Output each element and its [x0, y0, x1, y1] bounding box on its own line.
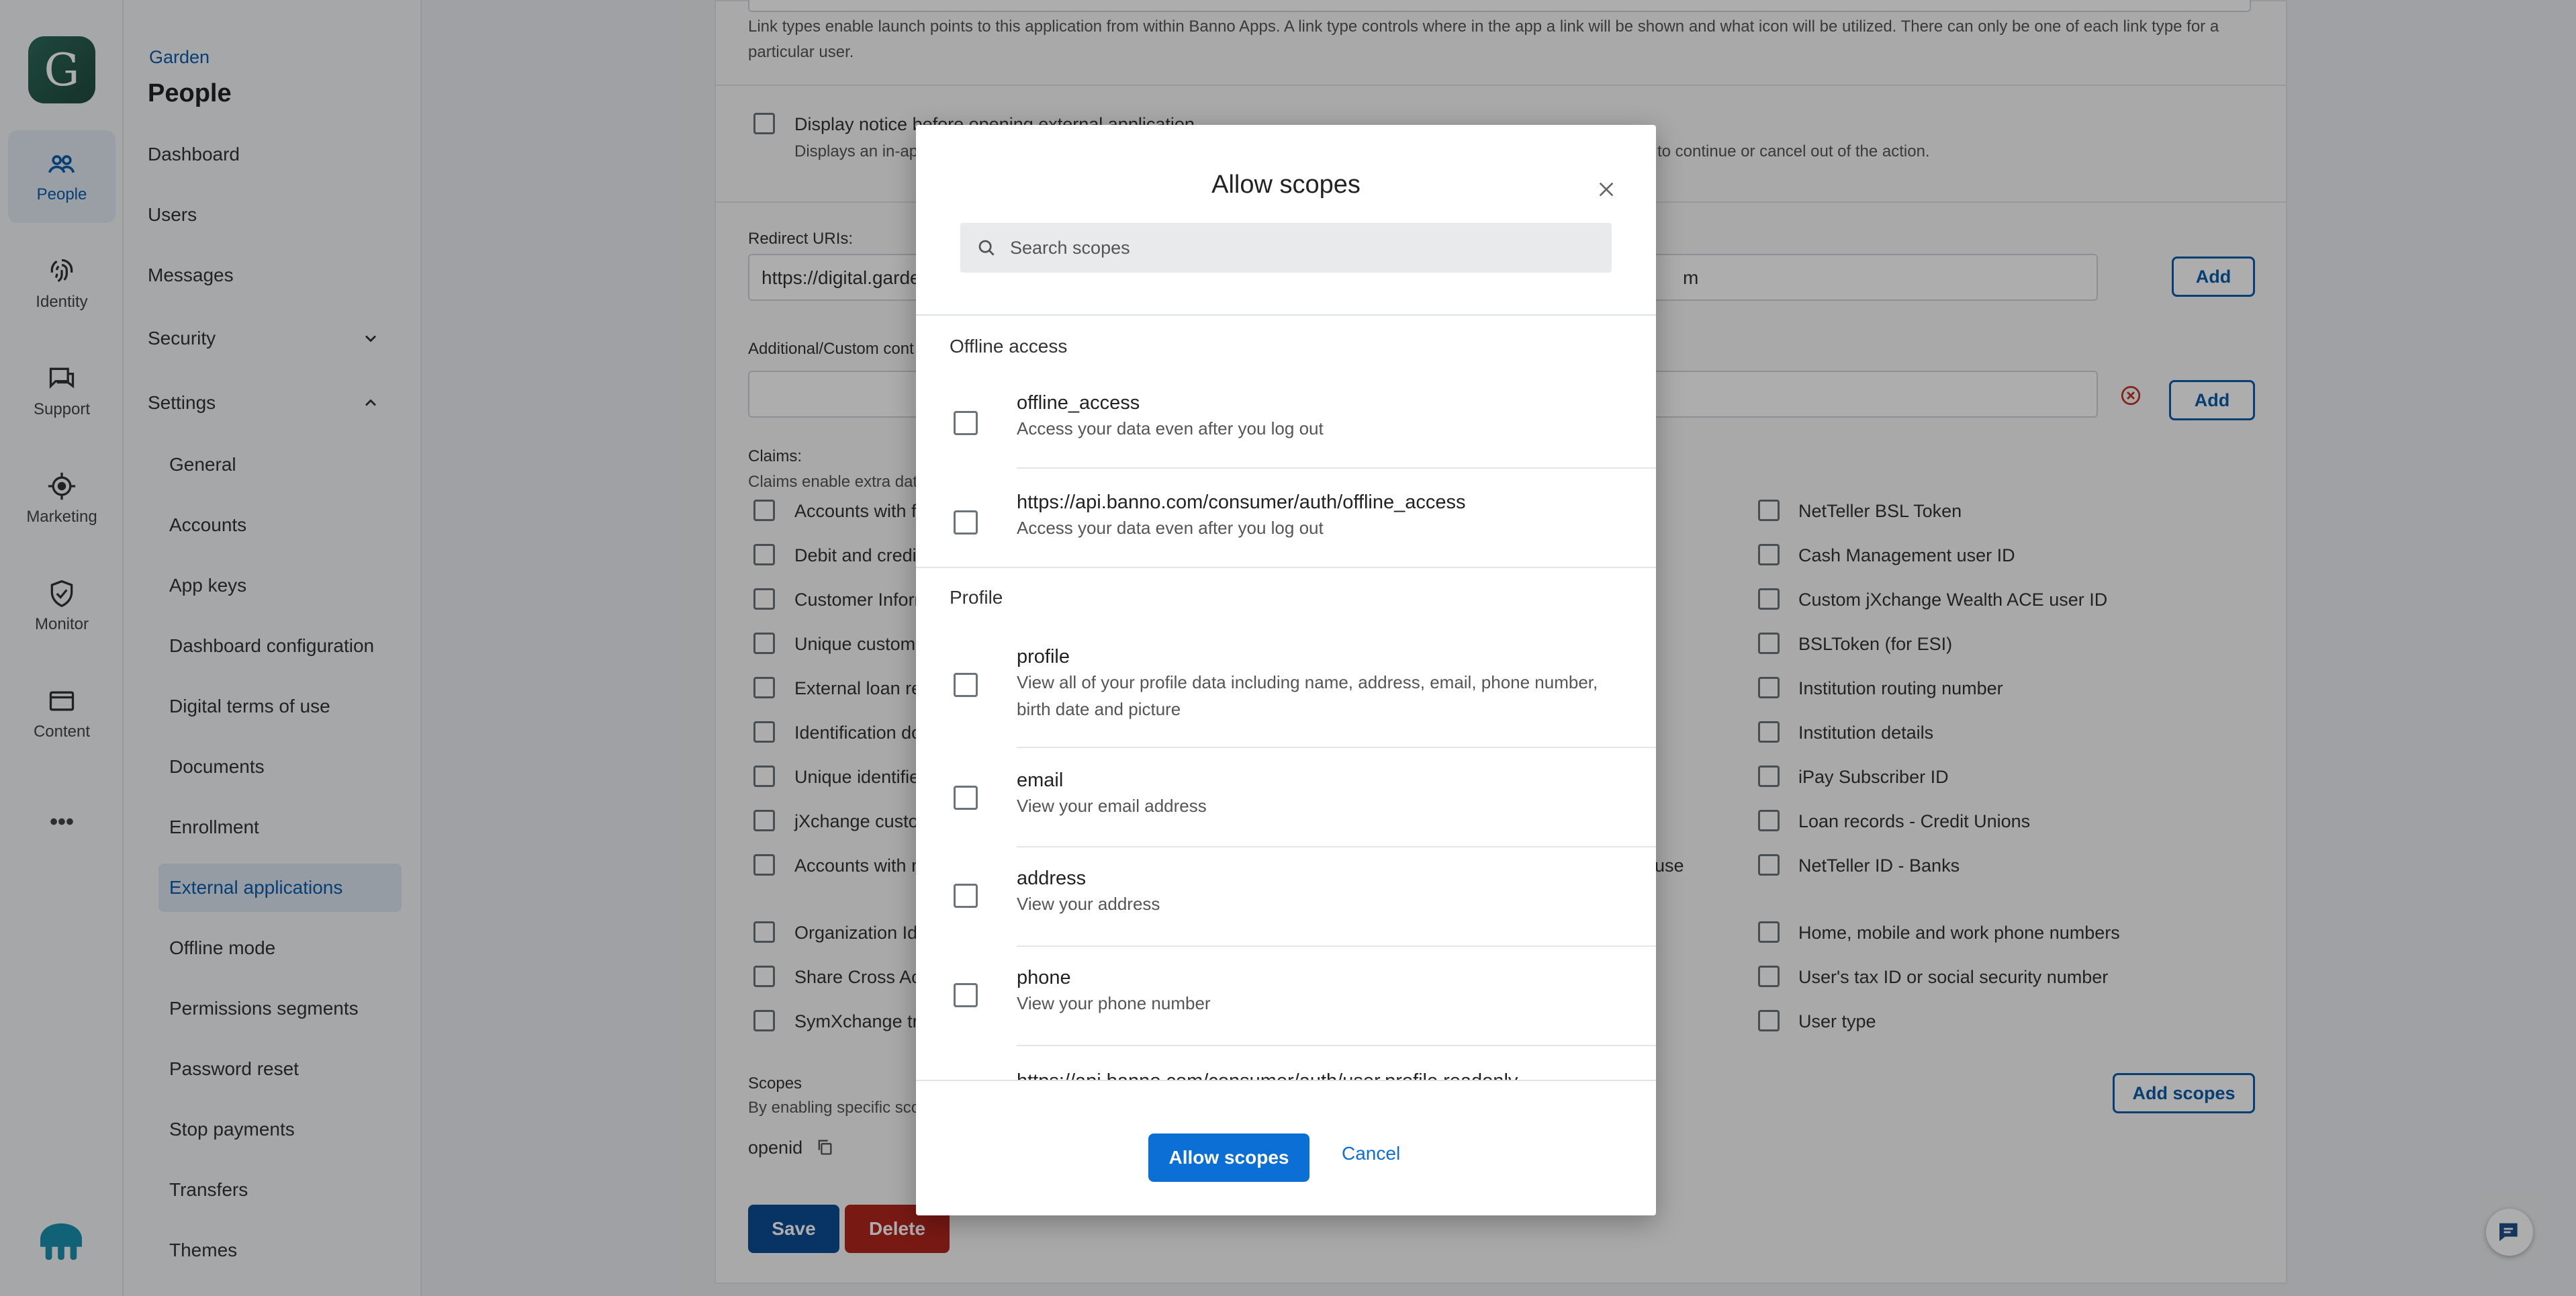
section-heading-offline-access: Offline access	[950, 336, 1068, 357]
scope-description: View your email address	[1017, 796, 1207, 816]
scope-name: profile	[1017, 646, 1070, 667]
row-divider	[1017, 467, 1656, 469]
scope-checkbox[interactable]	[954, 411, 978, 435]
scope-name: email	[1017, 770, 1064, 791]
scope-row[interactable]: phone View your phone number	[916, 947, 1656, 1046]
scope-row[interactable]: https://api.banno.com/consumer/auth/offl…	[916, 470, 1656, 569]
scope-description: Access your data even after you log out	[1017, 518, 1324, 538]
scope-row[interactable]: profile View all of your profile data in…	[916, 623, 1656, 748]
scope-name: https://api.banno.com/consumer/auth/user…	[1017, 1070, 1518, 1080]
section-heading-profile: Profile	[950, 587, 1003, 608]
search-input[interactable]	[1010, 237, 1601, 259]
divider	[916, 1080, 1656, 1081]
scope-checkbox[interactable]	[954, 510, 978, 535]
scope-row[interactable]: address View your address	[916, 847, 1656, 947]
scope-description: View all of your profile data including …	[1017, 672, 1598, 719]
allow-scopes-button[interactable]: Allow scopes	[1148, 1133, 1309, 1182]
scope-row[interactable]: https://api.banno.com/consumer/auth/user…	[916, 1046, 1656, 1080]
scope-checkbox[interactable]	[954, 673, 978, 697]
scope-description: View your phone number	[1017, 993, 1211, 1013]
scope-name: address	[1017, 868, 1087, 889]
scope-checkbox[interactable]	[954, 786, 978, 810]
scope-name: https://api.banno.com/consumer/auth/offl…	[1017, 492, 1466, 513]
scope-row[interactable]: offline_access Access your data even aft…	[916, 372, 1656, 469]
scope-description: View your address	[1017, 894, 1160, 914]
search-bar	[960, 223, 1612, 273]
dialog-title: Allow scopes	[1211, 171, 1361, 199]
row-divider	[916, 567, 1656, 568]
cancel-button[interactable]: Cancel	[1342, 1143, 1400, 1164]
scope-checkbox[interactable]	[954, 983, 978, 1007]
allow-scopes-dialog: Allow scopes Offline access offline_acce…	[916, 125, 1656, 1215]
scope-name: phone	[1017, 967, 1071, 988]
scope-checkbox[interactable]	[954, 884, 978, 908]
close-icon[interactable]	[1596, 179, 1617, 200]
scope-row[interactable]: email View your email address	[916, 748, 1656, 847]
search-icon	[978, 240, 995, 256]
scope-name: offline_access	[1017, 392, 1140, 414]
scope-description: Access your data even after you log out	[1017, 418, 1324, 438]
scopes-list[interactable]: Offline access offline_access Access you…	[916, 316, 1656, 1080]
